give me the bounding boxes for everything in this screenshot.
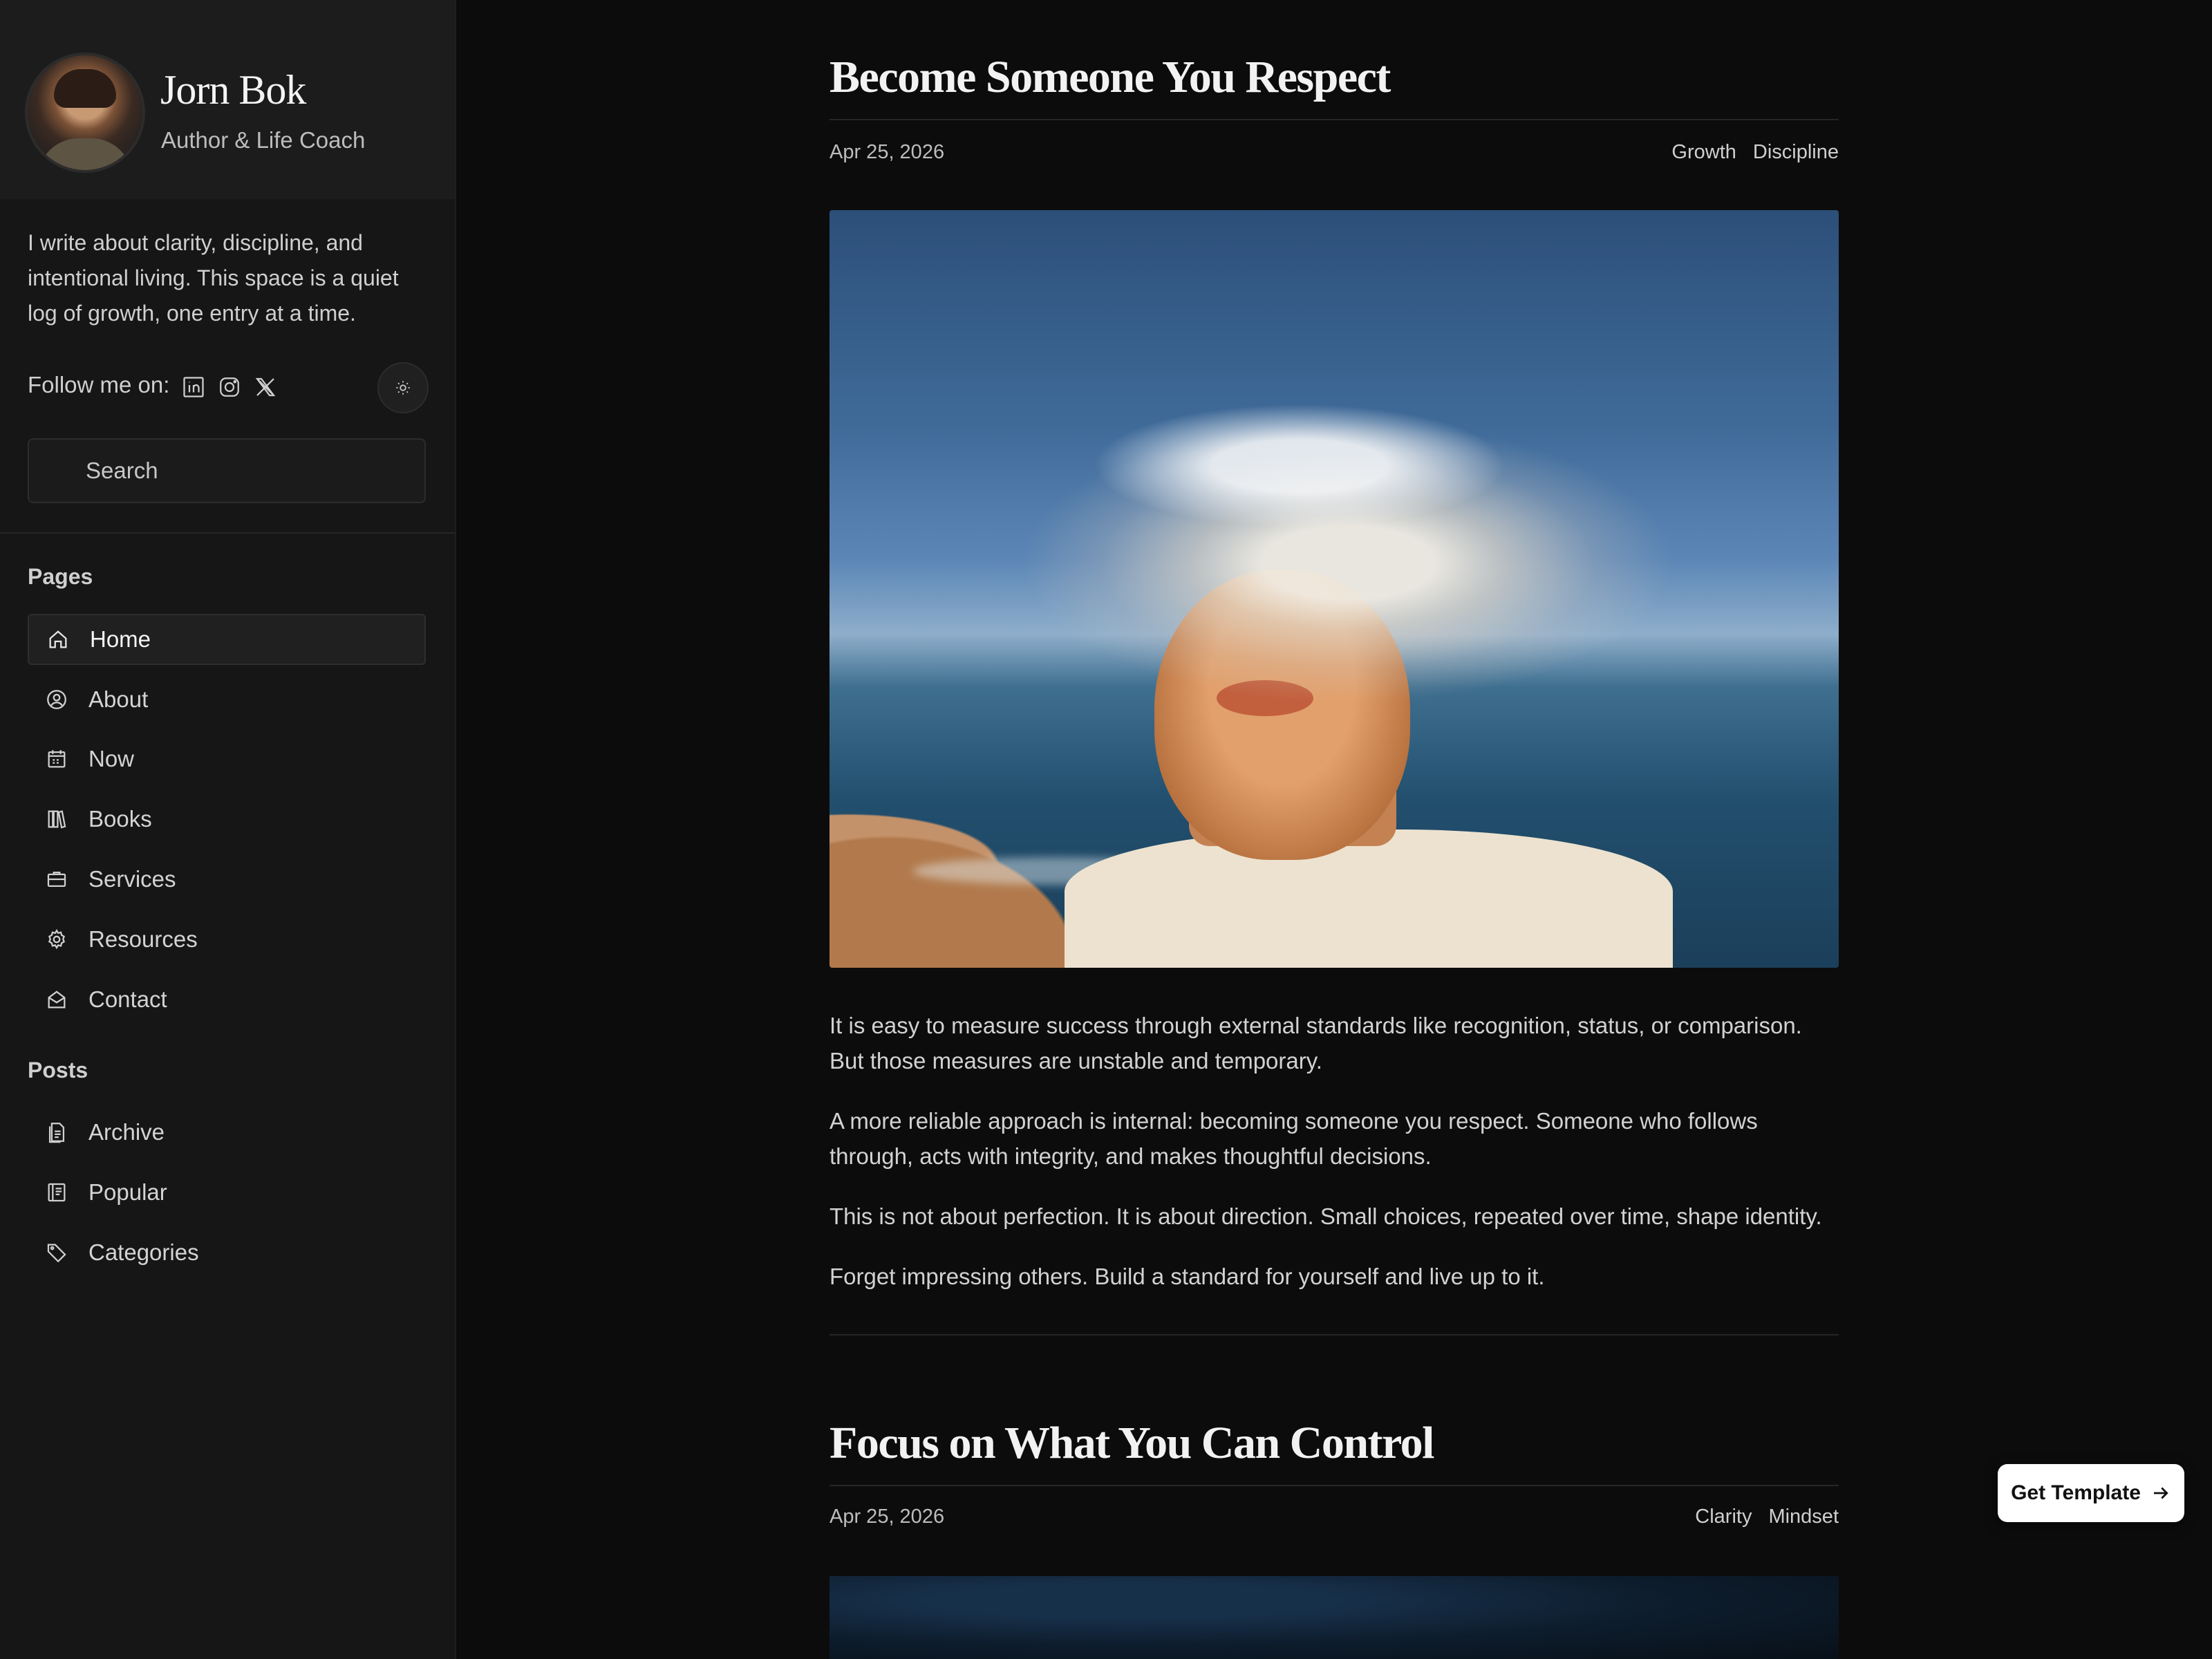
nav-item-about[interactable]: About — [28, 674, 426, 725]
post-paragraph: Forget impressing others. Build a standa… — [830, 1264, 1545, 1289]
pages-heading: Pages — [28, 564, 93, 589]
instagram-icon[interactable] — [216, 373, 243, 401]
nav-item-resources[interactable]: Resources — [28, 914, 426, 965]
tag-link[interactable]: Growth — [1671, 141, 1736, 164]
sidebar: Jorn Bok Author & Life Coach I write abo… — [0, 0, 456, 1659]
nav-item-popular[interactable]: Popular — [28, 1167, 426, 1218]
nav-item-services[interactable]: Services — [28, 854, 426, 905]
avatar — [28, 55, 142, 170]
post-date: Apr 25, 2026 — [830, 1506, 945, 1528]
profile-role: Author & Life Coach — [161, 127, 366, 153]
follow-label: Follow me on: — [28, 372, 170, 397]
gear-icon — [44, 927, 69, 952]
nav-item-archive[interactable]: Archive — [28, 1107, 426, 1158]
home-icon — [46, 627, 71, 652]
search-box — [28, 438, 426, 503]
post-hero-image[interactable] — [830, 1576, 1839, 1659]
nav-item-now[interactable]: Now — [28, 733, 426, 785]
post-title[interactable]: Become Someone You Respect — [830, 51, 1391, 104]
post-title[interactable]: Focus on What You Can Control — [830, 1417, 1434, 1470]
nav-item-label: Now — [88, 746, 135, 771]
nav-item-label: Categories — [88, 1239, 199, 1265]
briefcase-icon — [44, 867, 69, 892]
posts-heading: Posts — [28, 1058, 88, 1082]
tag-icon — [44, 1240, 69, 1265]
mail-icon — [44, 987, 69, 1012]
sun-icon — [396, 381, 410, 395]
post-paragraph: This is not about perfection. It is abou… — [830, 1203, 1822, 1229]
post-body: It is easy to measure success through ex… — [830, 1008, 1839, 1319]
nav-item-contact[interactable]: Contact — [28, 974, 426, 1025]
books-icon — [44, 807, 69, 832]
nav-item-label: Books — [88, 806, 152, 832]
nav-item-books[interactable]: Books — [28, 794, 426, 845]
nav-item-label: Resources — [88, 926, 198, 952]
nav-item-label: Services — [88, 866, 176, 892]
profile-bio: I write about clarity, discipline, and i… — [28, 230, 399, 326]
document-icon — [44, 1180, 69, 1205]
post-divider — [830, 1334, 1839, 1335]
nav-item-label: Home — [90, 626, 151, 652]
x-icon[interactable] — [252, 373, 279, 401]
follow-row: Follow me on: — [28, 362, 429, 419]
theme-toggle-button[interactable] — [377, 362, 429, 413]
nav-item-label: Archive — [88, 1119, 165, 1145]
nav-item-label: About — [88, 686, 149, 712]
post-divider — [830, 1485, 1839, 1486]
post-tags: Clarity Mindset — [1695, 1506, 1839, 1528]
nav-item-label: Popular — [88, 1179, 167, 1205]
get-template-button[interactable]: Get Template — [1998, 1464, 2184, 1522]
tag-link[interactable]: Mindset — [1768, 1506, 1839, 1528]
post-hero-image[interactable] — [830, 210, 1839, 968]
post-date: Apr 25, 2026 — [830, 141, 945, 163]
get-template-label: Get Template — [2011, 1481, 2141, 1504]
calendar-icon — [44, 747, 69, 771]
post-tags: Growth Discipline — [1671, 141, 1839, 164]
nav-item-home[interactable]: Home — [28, 614, 426, 665]
post-divider — [830, 119, 1839, 120]
nav-item-label: Contact — [88, 986, 167, 1012]
archive-icon — [44, 1120, 69, 1145]
arrow-right-icon — [2153, 1487, 2168, 1499]
tag-link[interactable]: Discipline — [1753, 141, 1839, 164]
profile-card: Jorn Bok Author & Life Coach — [0, 0, 455, 199]
linkedin-icon[interactable] — [180, 373, 207, 401]
search-input[interactable] — [29, 440, 424, 502]
sidebar-divider — [0, 532, 455, 534]
tag-link[interactable]: Clarity — [1695, 1506, 1752, 1528]
user-circle-icon — [44, 687, 69, 712]
post-paragraph: It is easy to measure success through ex… — [830, 1013, 1802, 1074]
nav-item-categories[interactable]: Categories — [28, 1227, 426, 1278]
post-paragraph: A more reliable approach is internal: be… — [830, 1108, 1758, 1169]
profile-name: Jorn Bok — [160, 67, 306, 113]
